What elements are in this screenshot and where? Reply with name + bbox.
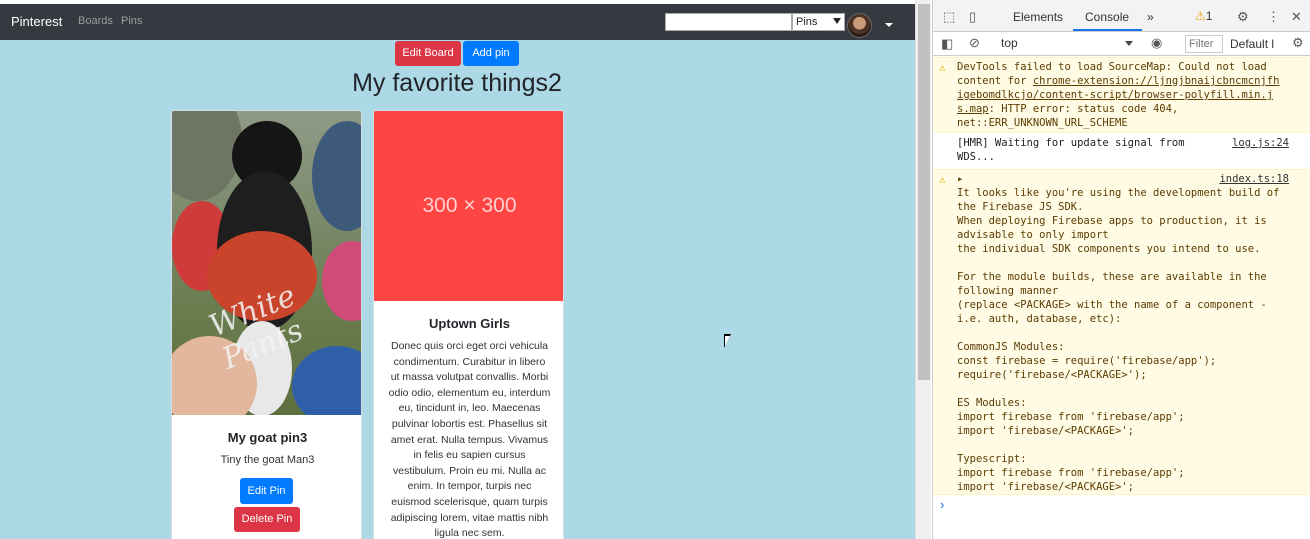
brand-link[interactable]: Pinterest [11, 14, 62, 29]
console-prompt-icon[interactable]: › [940, 497, 944, 512]
nav-pins-link[interactable]: Pins [121, 15, 142, 27]
warning-icon: ⚠ [939, 61, 946, 74]
more-tabs-button[interactable]: » [1147, 10, 1154, 24]
edit-board-button[interactable]: Edit Board [395, 41, 461, 66]
inspect-element-icon[interactable]: ⬚ [943, 9, 955, 25]
context-value: top [1001, 36, 1018, 50]
source-link[interactable]: log.js:24 [1232, 136, 1289, 150]
pin-card[interactable]: 300 × 300 Uptown Girls Donec quis orci e… [373, 110, 564, 539]
pin-body-text: Donec quis orci eget orci vehicula condi… [388, 340, 551, 539]
console-message-warning: ⚠ index.ts:18 ▸ It looks like you're usi… [933, 169, 1310, 495]
message-text[interactable]: ▸ It looks like you're using the develop… [957, 172, 1279, 494]
chevron-down-icon [833, 18, 841, 24]
mouse-cursor-icon [724, 334, 731, 348]
board-title: My favorite things2 [352, 69, 562, 97]
context-selector[interactable]: top [1001, 36, 1133, 52]
message-text: content for [957, 75, 1033, 87]
nav-boards-link[interactable]: Boards [78, 15, 113, 27]
warning-icon: ⚠ [939, 173, 946, 186]
placeholder-image: 300 × 300 [374, 111, 563, 301]
message-text: [HMR] Waiting for update signal from WDS… [957, 137, 1185, 163]
search-scope-value: Pins [796, 16, 818, 28]
warning-icon: ⚠ [1195, 9, 1206, 23]
tab-elements[interactable]: Elements [1013, 10, 1063, 24]
placeholder-size-label: 300 × 300 [422, 194, 517, 217]
pin-title: My goat pin3 [227, 430, 308, 445]
goat-photo: White Pants [172, 111, 361, 415]
page-scrollbar[interactable] [915, 0, 931, 539]
console-message-log: [HMR] Waiting for update signal from WDS… [933, 134, 1310, 168]
eye-icon[interactable]: ◉ [1151, 35, 1162, 51]
gear-icon[interactable]: ⚙ [1292, 35, 1304, 51]
message-text: : HTTP error: status code 404, net::ERR_… [957, 103, 1179, 129]
delete-pin-button[interactable]: Delete Pin [234, 507, 300, 532]
user-menu-caret-icon[interactable] [885, 23, 893, 27]
add-pin-button[interactable]: Add pin [463, 41, 519, 66]
warnings-badge[interactable]: ⚠1 [1195, 9, 1212, 23]
console-toolbar: ◧ ⊘ top ◉ Default l ⚙ [933, 32, 1310, 56]
kebab-menu-icon[interactable]: ⋮ [1267, 9, 1280, 25]
console-filter-input[interactable] [1185, 35, 1223, 53]
close-icon[interactable]: ✕ [1291, 9, 1302, 25]
devtools-tabbar: ⬚ ▯ Elements Console » ⚠1 ⚙ ⋮ ✕ [933, 0, 1310, 32]
app-viewport: Pinterest Boards Pins Pins Edit Board Ad… [0, 0, 915, 539]
active-tab-indicator [1073, 29, 1142, 31]
pin-title: Uptown Girls [429, 316, 510, 331]
edit-pin-button[interactable]: Edit Pin [240, 478, 293, 504]
search-input[interactable] [665, 13, 792, 31]
scrollbar-thumb[interactable] [918, 4, 930, 380]
tab-console[interactable]: Console [1085, 10, 1129, 24]
message-text: DevTools failed to load SourceMap: Could… [957, 61, 1267, 73]
avatar[interactable] [847, 13, 872, 38]
gear-icon[interactable]: ⚙ [1237, 9, 1249, 25]
device-toolbar-icon[interactable]: ▯ [969, 9, 976, 25]
pin-card[interactable]: White Pants My goat pin3 Tiny the goat M… [171, 110, 362, 539]
search-scope-select[interactable]: Pins [792, 13, 845, 31]
log-levels-select[interactable]: Default l [1230, 37, 1274, 51]
warning-count: 1 [1205, 9, 1213, 23]
chevron-down-icon [1125, 41, 1133, 46]
pin-description: Tiny the goat Man3 [220, 454, 315, 466]
clear-console-icon[interactable]: ⊘ [969, 35, 980, 51]
devtools-panel: ⬚ ▯ Elements Console » ⚠1 ⚙ ⋮ ✕ ◧ ⊘ top … [932, 0, 1310, 539]
console-message-warning: ⚠ DevTools failed to load SourceMap: Cou… [933, 57, 1310, 133]
sidebar-toggle-icon[interactable]: ◧ [941, 36, 953, 52]
navbar: Pinterest Boards Pins Pins [0, 4, 915, 40]
